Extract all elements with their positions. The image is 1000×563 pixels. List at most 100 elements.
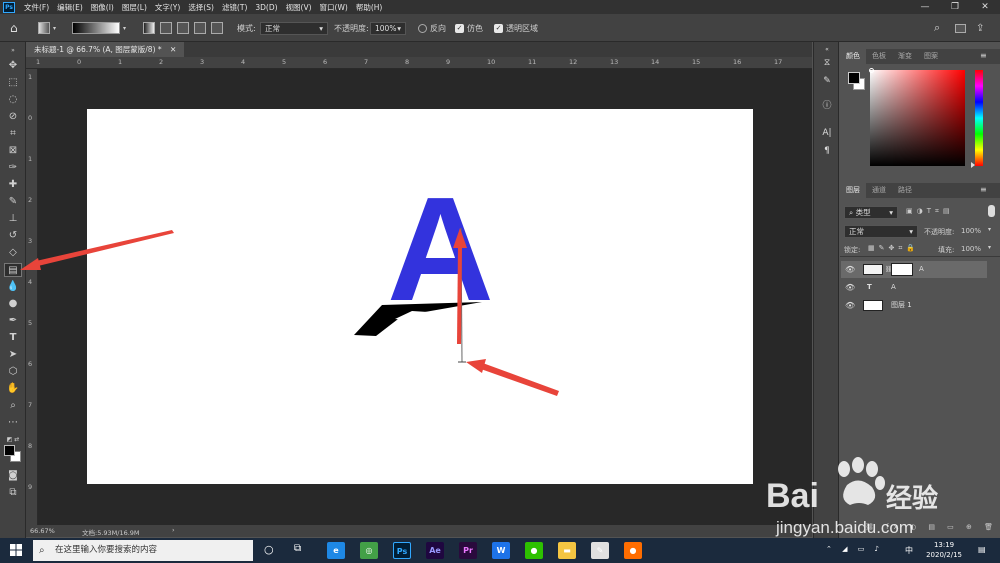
info-icon[interactable]: ⓘ bbox=[819, 99, 835, 113]
taskbar-app-wps-icon[interactable]: W bbox=[492, 542, 510, 559]
paragraph-icon[interactable]: ¶ bbox=[819, 144, 835, 158]
menu-type[interactable]: 文字(Y) bbox=[151, 2, 184, 13]
type-tool-icon[interactable]: T bbox=[4, 331, 22, 345]
taskbar-app-after-effects-icon[interactable]: Ae bbox=[426, 542, 444, 559]
tab-swatches[interactable]: 色板 bbox=[866, 49, 892, 64]
lasso-tool-icon[interactable]: ◌ bbox=[4, 93, 22, 107]
eraser-tool-icon[interactable]: ◇ bbox=[4, 246, 22, 260]
filter-toggle-icon[interactable] bbox=[988, 205, 995, 217]
menu-help[interactable]: 帮助(H) bbox=[352, 2, 387, 13]
move-tool-icon[interactable]: ✥ bbox=[4, 59, 22, 73]
taskbar-app-photoshop-icon[interactable]: Ps bbox=[393, 542, 411, 559]
layers-panel-menu-icon[interactable]: ≡ bbox=[980, 185, 987, 194]
notification-icon[interactable]: ▤ bbox=[978, 545, 986, 554]
tab-channels[interactable]: 通道 bbox=[866, 183, 892, 198]
hue-slider-handle-icon[interactable] bbox=[971, 162, 975, 168]
menu-filter[interactable]: 滤镜(T) bbox=[218, 2, 251, 13]
opacity-input[interactable]: 100% ▾ bbox=[370, 21, 406, 35]
maximize-icon[interactable]: ❐ bbox=[940, 2, 970, 12]
tab-color[interactable]: 颜色 bbox=[840, 49, 866, 64]
close-icon[interactable]: ✕ bbox=[970, 2, 1000, 12]
search-icon[interactable]: ⌕ bbox=[934, 21, 940, 35]
clone-stamp-tool-icon[interactable]: ⊥ bbox=[4, 212, 22, 226]
pen-tool-icon[interactable]: ✒ bbox=[4, 314, 22, 328]
layer-row[interactable]: 👁 T A bbox=[841, 279, 987, 296]
visibility-eye-icon[interactable]: 👁 bbox=[845, 279, 855, 296]
home-icon[interactable]: ⌂ bbox=[10, 21, 18, 35]
taskbar-app-360-icon[interactable]: ◎ bbox=[360, 542, 378, 559]
taskbar-app-firefox-icon[interactable]: ● bbox=[624, 542, 642, 559]
menu-image[interactable]: 图像(I) bbox=[87, 2, 118, 13]
menu-3d[interactable]: 3D(D) bbox=[251, 3, 281, 12]
gradient-tool-icon[interactable]: ▤ bbox=[4, 263, 22, 277]
blur-tool-icon[interactable]: 💧 bbox=[4, 280, 22, 294]
quick-select-tool-icon[interactable]: ⊘ bbox=[4, 110, 22, 124]
windows-start-icon[interactable] bbox=[10, 544, 22, 556]
gradient-picker[interactable]: ▾ bbox=[72, 21, 126, 35]
layer-row[interactable]: 👁 图层 1 bbox=[841, 297, 987, 314]
character-icon[interactable]: A| bbox=[819, 126, 835, 140]
document-tab[interactable]: 未标题-1 @ 66.7% (A, 图层蒙版/8) * ✕ bbox=[26, 42, 185, 57]
dither-checkbox[interactable]: ✓ 仿色 bbox=[455, 21, 483, 35]
menu-view[interactable]: 视图(V) bbox=[282, 2, 316, 13]
tab-paths[interactable]: 路径 bbox=[892, 183, 918, 198]
menu-layer[interactable]: 图层(L) bbox=[118, 2, 151, 13]
menu-edit[interactable]: 编辑(E) bbox=[53, 2, 87, 13]
panel-menu-icon[interactable]: ≡ bbox=[980, 51, 987, 60]
document-canvas[interactable] bbox=[87, 109, 753, 484]
close-tab-icon[interactable]: ✕ bbox=[170, 45, 176, 54]
foreground-color-swatch[interactable] bbox=[4, 445, 15, 456]
toolbar-collapse-icon[interactable]: » bbox=[4, 44, 22, 58]
lock-icons[interactable]: ▦✎✥⌗🔒 bbox=[868, 244, 919, 253]
ime-indicator[interactable]: 中 bbox=[905, 545, 913, 556]
layer-row[interactable]: 👁 ⛓ A bbox=[841, 261, 987, 278]
angle-gradient-icon[interactable] bbox=[177, 21, 189, 35]
tab-patterns[interactable]: 图案 bbox=[918, 49, 944, 64]
marquee-tool-icon[interactable]: ⬚ bbox=[4, 76, 22, 90]
brush-settings-icon[interactable]: ✎ bbox=[819, 74, 835, 88]
taskbar-search-input[interactable]: ⌕ 在这里输入你要搜索的内容 bbox=[33, 540, 253, 561]
transparency-checkbox[interactable]: ✓ 透明区域 bbox=[494, 21, 538, 35]
hue-slider[interactable] bbox=[975, 70, 983, 166]
crop-tool-icon[interactable]: ⌗ bbox=[4, 127, 22, 141]
history-icon[interactable]: ⧖ bbox=[819, 56, 835, 70]
radial-gradient-icon[interactable] bbox=[160, 21, 172, 35]
menu-window[interactable]: 窗口(W) bbox=[316, 2, 352, 13]
status-menu-icon[interactable]: › bbox=[172, 526, 175, 534]
taskbar-app-edge-icon[interactable]: e bbox=[327, 542, 345, 559]
task-view-icon[interactable]: ⧉ bbox=[294, 543, 301, 554]
visibility-eye-icon[interactable]: 👁 bbox=[845, 297, 855, 314]
linear-gradient-icon[interactable] bbox=[143, 21, 155, 35]
taskbar-app-feather-icon[interactable]: ✎ bbox=[591, 542, 609, 559]
mode-select[interactable]: 正常 ▾ bbox=[260, 21, 328, 35]
expand-panels-icon[interactable]: « bbox=[819, 43, 835, 57]
frame-tool-icon[interactable]: ⊠ bbox=[4, 144, 22, 158]
color-fg-swatch[interactable] bbox=[848, 72, 860, 84]
reverse-checkbox[interactable]: 反向 bbox=[418, 21, 446, 35]
system-tray-icons[interactable]: ⌃ ◢ ▭ ♪ bbox=[826, 545, 883, 553]
history-brush-tool-icon[interactable]: ↺ bbox=[4, 229, 22, 243]
blend-mode-select[interactable]: 正常 ▾ bbox=[844, 225, 918, 238]
screen-mode-icon[interactable]: ⧉ bbox=[4, 486, 22, 500]
minimize-icon[interactable]: — bbox=[910, 2, 940, 12]
shape-tool-icon[interactable]: ⬡ bbox=[4, 365, 22, 379]
path-selection-tool-icon[interactable]: ➤ bbox=[4, 348, 22, 362]
eyedropper-tool-icon[interactable]: ✑ bbox=[4, 161, 22, 175]
menu-file[interactable]: 文件(F) bbox=[20, 2, 53, 13]
tab-gradients[interactable]: 渐变 bbox=[892, 49, 918, 64]
layer-mask-thumbnail[interactable] bbox=[892, 264, 912, 275]
diamond-gradient-icon[interactable] bbox=[211, 21, 223, 35]
taskbar-app-wechat-icon[interactable]: ● bbox=[525, 542, 543, 559]
zoom-level[interactable]: 66.67% bbox=[30, 527, 55, 535]
kind-filter-select[interactable]: ⌕ 类型 ▾ bbox=[844, 206, 898, 219]
share-icon[interactable]: ⇪ bbox=[976, 21, 984, 35]
reflected-gradient-icon[interactable] bbox=[194, 21, 206, 35]
fill-dropdown-icon[interactable]: ▾ bbox=[988, 244, 991, 251]
dodge-tool-icon[interactable]: ● bbox=[4, 297, 22, 311]
workspace-icon[interactable] bbox=[955, 21, 966, 35]
menu-select[interactable]: 选择(S) bbox=[184, 2, 218, 13]
quick-mask-icon[interactable]: ◙ bbox=[4, 469, 22, 483]
layer-filter-icons[interactable]: ▣◑T⌗▤ bbox=[906, 207, 954, 216]
zoom-tool-icon[interactable]: ⌕ bbox=[4, 399, 22, 413]
brush-tool-icon[interactable]: ✎ bbox=[4, 195, 22, 209]
